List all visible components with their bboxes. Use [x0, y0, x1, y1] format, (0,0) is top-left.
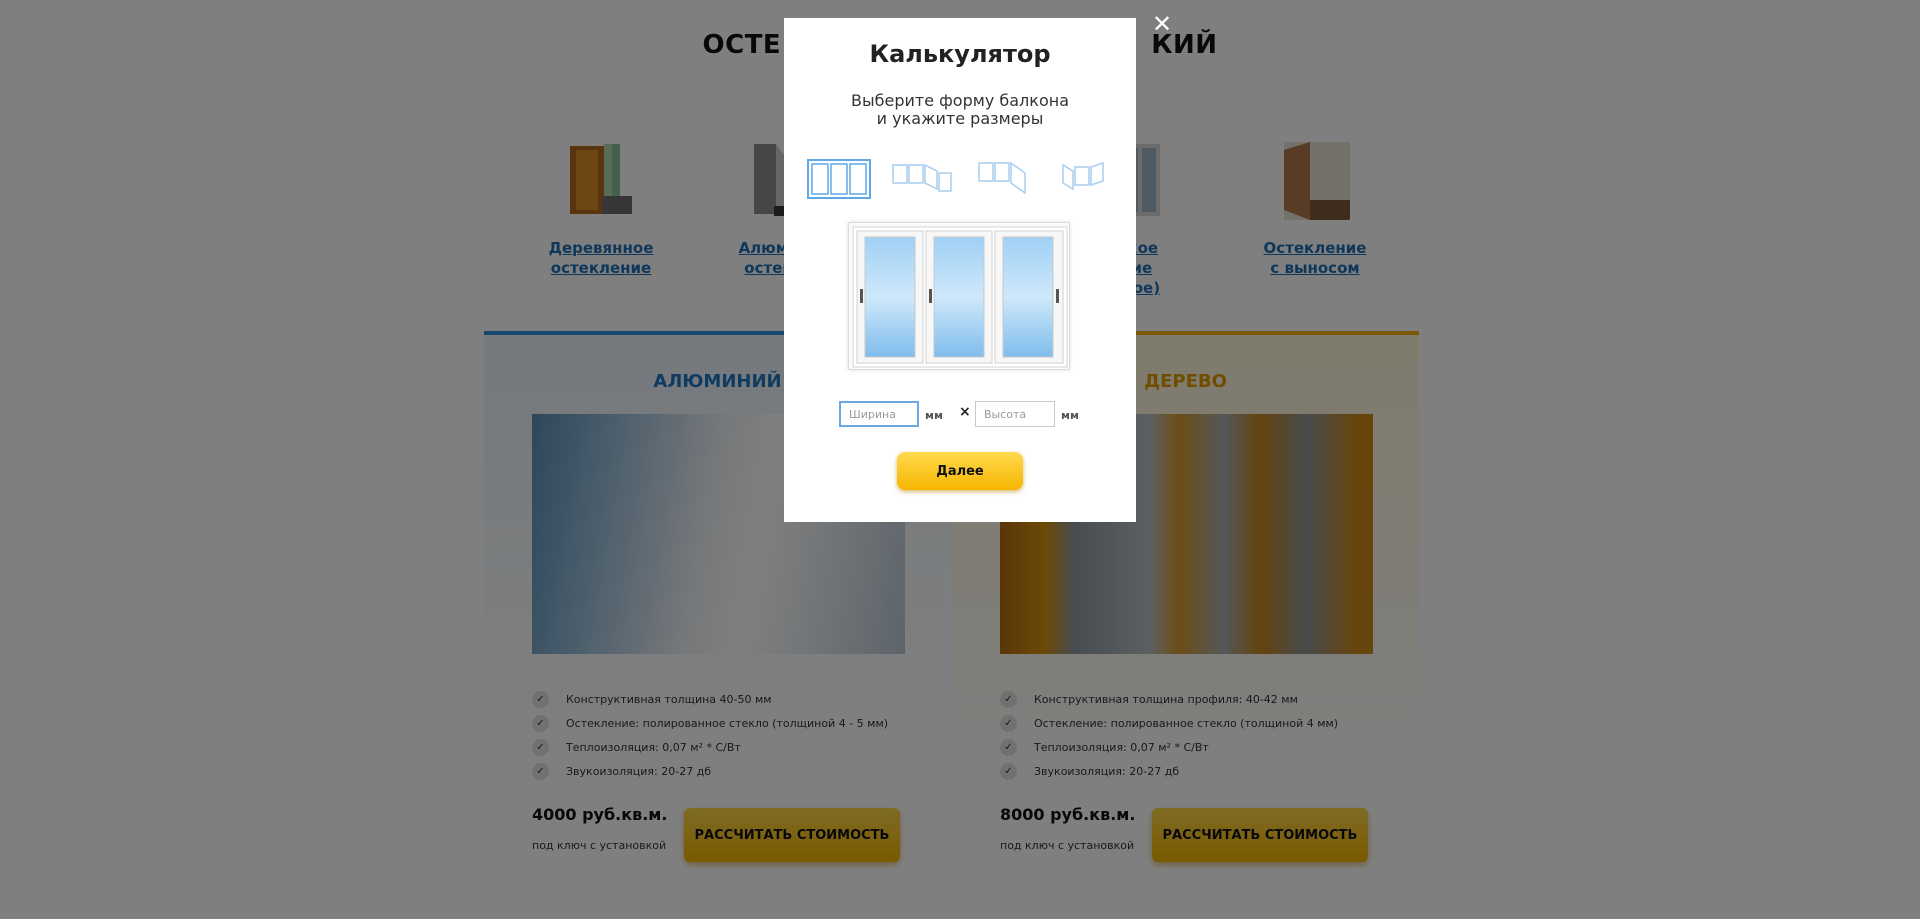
height-input[interactable]	[975, 401, 1055, 427]
modal-subtitle: Выберите форму балкона и укажите размеры	[851, 91, 1069, 128]
window-preview-image	[852, 226, 1068, 368]
l-shape-balcony-icon[interactable]	[888, 156, 958, 202]
balcony-shape-selector	[804, 156, 1116, 206]
height-unit: мм	[1061, 409, 1079, 422]
angled-balcony-icon[interactable]	[972, 156, 1042, 202]
times-sign: ×	[959, 404, 971, 420]
dimension-inputs: мм × мм	[839, 401, 1099, 431]
modal-title: Калькулятор	[869, 40, 1051, 68]
window-preview	[848, 222, 1070, 370]
straight-balcony-icon[interactable]	[804, 156, 874, 202]
u-shape-balcony-icon[interactable]	[1054, 156, 1124, 202]
width-unit: мм	[925, 409, 943, 422]
next-button[interactable]: Далее	[897, 452, 1023, 490]
close-icon[interactable]: ✕	[1150, 12, 1174, 36]
width-input[interactable]	[839, 401, 919, 427]
calculator-modal: Калькулятор Выберите форму балкона и укаж…	[784, 18, 1136, 522]
